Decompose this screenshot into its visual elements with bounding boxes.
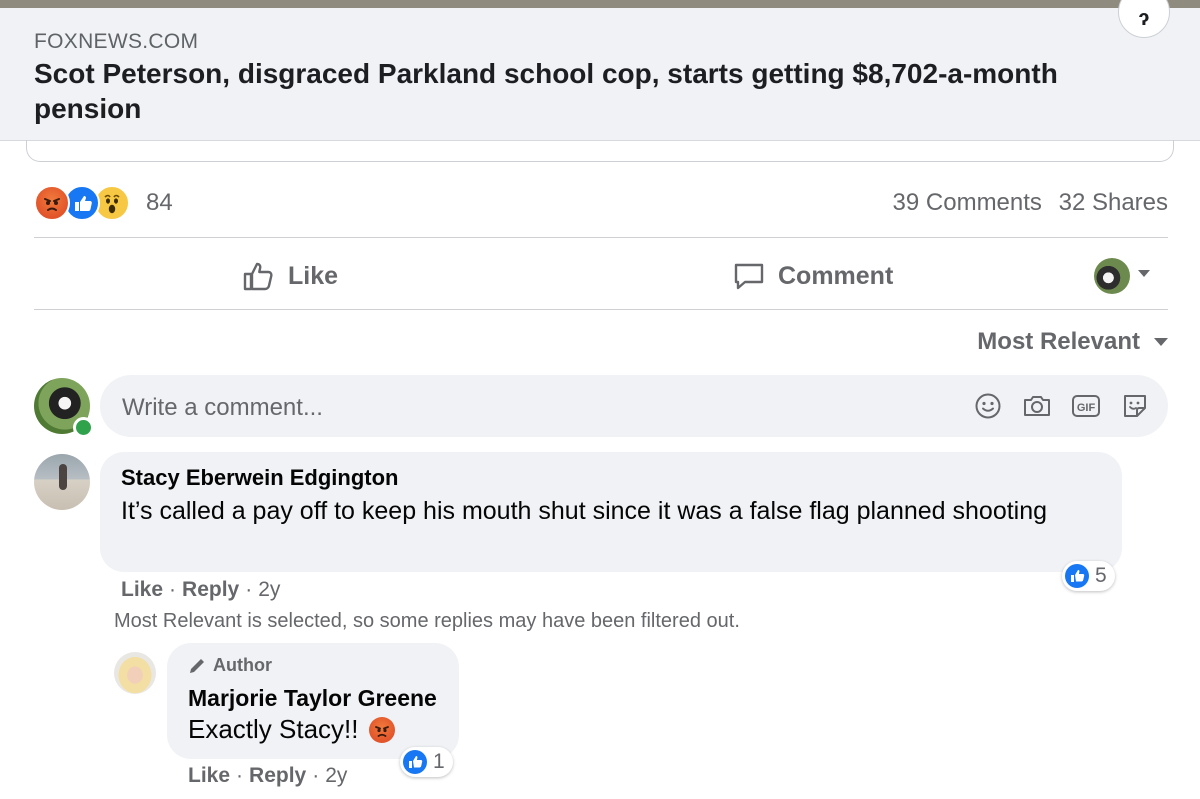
reply-like-count-badge[interactable]: 1 (400, 747, 453, 777)
pen-icon (190, 658, 204, 673)
divider (34, 237, 1168, 238)
comments-count-link[interactable]: 39 Comments (893, 189, 1042, 216)
online-status-indicator (73, 417, 94, 438)
reply-author-avatar[interactable] (114, 652, 156, 694)
reply-actions: Like · Reply · 2y (188, 764, 348, 787)
like-button[interactable]: Like (242, 258, 338, 294)
comment-like-count: 5 (1095, 564, 1107, 587)
reply-like-count: 1 (433, 750, 445, 773)
link-domain: FOXNEWS.COM (34, 30, 199, 53)
angry-reaction-icon (34, 185, 70, 221)
corner-round-button[interactable]: ɂ (1118, 0, 1170, 38)
comment-button-label: Comment (778, 261, 894, 290)
divider (34, 309, 1168, 310)
comment-input-placeholder: Write a comment... (122, 394, 323, 421)
sort-label: Most Relevant (977, 328, 1140, 355)
comment-like-count-badge[interactable]: 5 (1062, 561, 1115, 591)
gif-icon[interactable]: GIF (1069, 389, 1103, 423)
reply-bubble: Author Marjorie Taylor Greene Exactly St… (167, 643, 459, 759)
reply-timestamp[interactable]: 2y (325, 764, 347, 787)
comment-timestamp[interactable]: 2y (258, 578, 280, 601)
comment-bubble: Stacy Eberwein Edgington It’s called a p… (100, 452, 1122, 572)
reply-text: Exactly Stacy!! (188, 714, 359, 744)
thumbs-up-icon (243, 262, 273, 291)
svg-text:GIF: GIF (1077, 402, 1096, 414)
link-preview-card[interactable]: ɂ FOXNEWS.COM Scot Peterson, disgraced P… (0, 0, 1200, 141)
like-reaction-icon (403, 750, 427, 774)
reply-author[interactable]: Marjorie Taylor Greene (188, 685, 437, 712)
camera-icon[interactable] (1020, 389, 1054, 423)
comment-actions: Like · Reply · 2y (121, 578, 281, 601)
commenter-avatar[interactable] (34, 454, 90, 510)
comment-bubble-icon (734, 263, 764, 290)
like-button-label: Like (288, 261, 339, 290)
comment-text: It’s called a pay off to keep his mouth … (121, 497, 1048, 525)
comment-reply-link[interactable]: Reply (182, 578, 239, 601)
post-card-bottom-border (26, 140, 1174, 162)
emoji-icon[interactable] (971, 389, 1005, 423)
author-badge: Author (187, 655, 272, 676)
composer-icons: GIF (956, 389, 1152, 423)
chevron-down-icon[interactable] (1138, 270, 1150, 277)
author-badge-label: Author (213, 655, 272, 675)
filter-note: Most Relevant is selected, so some repli… (114, 610, 740, 632)
comment-like-link[interactable]: Like (121, 578, 163, 601)
shares-count-link[interactable]: 32 Shares (1059, 189, 1168, 216)
article-image-edge (0, 0, 1200, 8)
link-headline[interactable]: Scot Peterson, disgraced Parkland school… (34, 56, 1144, 126)
page-avatar-selector[interactable] (1094, 258, 1130, 294)
sticker-icon[interactable] (1118, 389, 1152, 423)
write-comment-input[interactable]: Write a comment... GIF (100, 375, 1168, 437)
post-stats: 39 Comments 32 Shares (883, 189, 1168, 217)
reply-like-link[interactable]: Like (188, 764, 230, 787)
comment-author[interactable]: Stacy Eberwein Edgington (121, 465, 398, 491)
like-reaction-icon (1065, 564, 1089, 588)
comment-sort-dropdown[interactable]: Most Relevant (977, 328, 1168, 356)
angry-emoji-icon (368, 716, 395, 743)
reaction-count[interactable]: 84 (146, 189, 173, 217)
sort-chevron-down-icon (1154, 338, 1168, 346)
reply-reply-link[interactable]: Reply (249, 764, 306, 787)
comment-button[interactable]: Comment (732, 258, 893, 294)
reply-text-row: Exactly Stacy!! (188, 714, 395, 745)
